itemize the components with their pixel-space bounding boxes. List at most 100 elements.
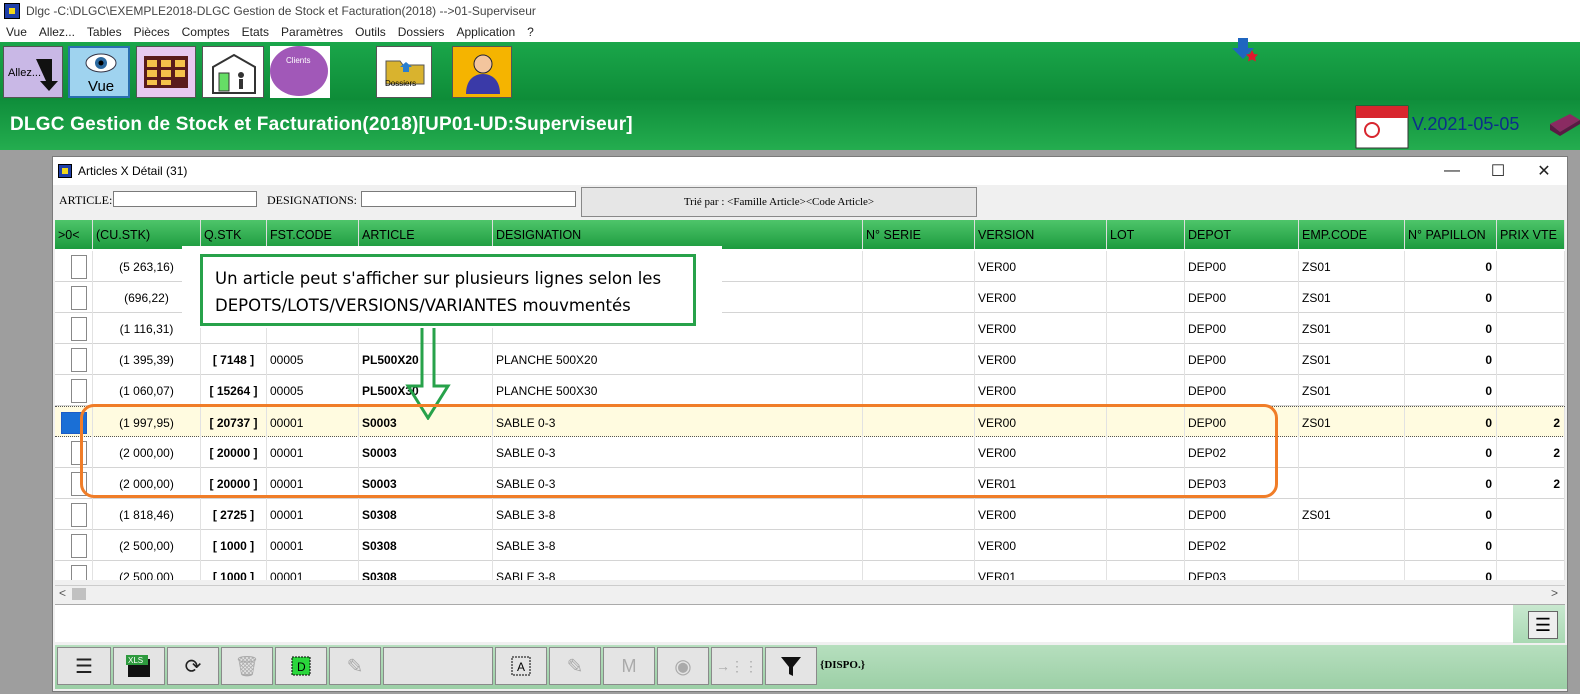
minimize-button[interactable]: — bbox=[1429, 157, 1475, 185]
user-icon bbox=[466, 54, 500, 94]
clients-button[interactable]: Clients bbox=[270, 46, 330, 98]
detail-a-icon[interactable]: A bbox=[495, 647, 547, 685]
cell-serie bbox=[863, 530, 975, 561]
cell-pap: 0 bbox=[1405, 561, 1497, 580]
refresh-icon[interactable]: ⟳ bbox=[167, 647, 219, 685]
col-header-version[interactable]: VERSION bbox=[975, 220, 1107, 249]
cell-ver: VER00 bbox=[975, 282, 1107, 313]
col-header-q-stk[interactable]: Q.STK bbox=[201, 220, 267, 249]
checkbox[interactable] bbox=[70, 254, 87, 279]
checkbox[interactable] bbox=[70, 285, 87, 310]
menu-bar: Vue Allez... Tables Pièces Comptes Etats… bbox=[0, 22, 1580, 42]
user-button[interactable] bbox=[452, 46, 512, 98]
scroll-left-icon[interactable]: < bbox=[59, 586, 66, 600]
table-row[interactable]: (1 060,07)[ 15264 ] 00005 PL500X30 PLANCHE … bbox=[55, 375, 1565, 406]
row-checkbox[interactable] bbox=[55, 499, 93, 530]
col-header-designation[interactable]: DESIGNATION bbox=[493, 220, 863, 249]
menu-application[interactable]: Application bbox=[450, 25, 521, 39]
checkbox[interactable] bbox=[70, 533, 87, 558]
col-header-emp-code[interactable]: EMP.CODE bbox=[1299, 220, 1405, 249]
cell-prix bbox=[1497, 499, 1565, 530]
menu-etats[interactable]: Etats bbox=[236, 25, 275, 39]
cell-lot bbox=[1107, 561, 1185, 580]
menu-pieces[interactable]: Pièces bbox=[128, 25, 176, 39]
allez-button[interactable]: Allez... bbox=[3, 46, 63, 98]
article-input[interactable] bbox=[113, 191, 257, 207]
row-checkbox[interactable] bbox=[55, 561, 93, 580]
move-disabled-icon[interactable]: →⋮⋮ bbox=[711, 647, 763, 685]
cell-q: [ 2725 ] bbox=[201, 499, 267, 530]
cell-cu: (1 060,07) bbox=[93, 375, 201, 406]
download-icon[interactable] bbox=[1230, 36, 1260, 64]
grid-icon bbox=[144, 56, 188, 88]
row-checkbox[interactable] bbox=[55, 344, 93, 375]
checkbox[interactable] bbox=[70, 502, 87, 527]
cell-serie bbox=[863, 344, 975, 375]
filter-icon[interactable] bbox=[765, 647, 817, 685]
row-checkbox[interactable] bbox=[55, 282, 93, 313]
col-header-select[interactable]: >0< bbox=[55, 220, 93, 249]
col-header-depot[interactable]: DEPOT bbox=[1185, 220, 1299, 249]
menu-vue[interactable]: Vue bbox=[0, 25, 33, 39]
menu-allez[interactable]: Allez... bbox=[33, 25, 81, 39]
table-row[interactable]: (1 818,46)[ 2725 ] 00001 S0308 SABLE 3-8 VER… bbox=[55, 499, 1565, 530]
m-disabled-icon[interactable]: M bbox=[603, 647, 655, 685]
col-header-lot[interactable]: LOT bbox=[1107, 220, 1185, 249]
menu-dossiers[interactable]: Dossiers bbox=[392, 25, 451, 39]
edit-disabled-icon[interactable]: ✎ bbox=[329, 647, 381, 685]
table-row[interactable]: (2 500,00)[ 1000 ] 00001 S0308 SABLE 3-8 VER… bbox=[55, 561, 1565, 580]
horizontal-scrollbar[interactable]: < > bbox=[55, 585, 1565, 602]
empty-button[interactable] bbox=[383, 647, 493, 685]
cell-des: SABLE 3-8 bbox=[493, 499, 863, 530]
row-checkbox[interactable] bbox=[55, 313, 93, 344]
menu-tables[interactable]: Tables bbox=[81, 25, 128, 39]
row-checkbox[interactable] bbox=[55, 530, 93, 561]
vue-button[interactable]: Vue bbox=[68, 46, 130, 98]
sort-button[interactable]: Trié par : <Famille Article><Code Articl… bbox=[581, 187, 977, 217]
col-header-prix-vte[interactable]: PRIX VTE bbox=[1497, 220, 1565, 249]
scroll-right-icon[interactable]: > bbox=[1551, 586, 1558, 600]
col-header-cu-stk[interactable]: (CU.STK) bbox=[93, 220, 201, 249]
xls-export-icon[interactable]: XLS bbox=[113, 647, 165, 685]
grid-button[interactable] bbox=[136, 46, 196, 98]
menu-icon[interactable]: ☰ bbox=[57, 647, 111, 685]
modify-disabled-icon[interactable]: ✎ bbox=[549, 647, 601, 685]
warehouse-button[interactable] bbox=[202, 46, 264, 98]
cell-prix bbox=[1497, 375, 1565, 406]
calendar-icon[interactable] bbox=[1354, 100, 1410, 150]
checkbox[interactable] bbox=[70, 378, 87, 403]
settings-sliders-icon[interactable]: ☰ bbox=[1528, 611, 1558, 639]
col-header-papillon[interactable]: N° PAPILLON bbox=[1405, 220, 1497, 249]
book-icon[interactable] bbox=[1546, 110, 1580, 140]
cell-lot bbox=[1107, 375, 1185, 406]
col-header-article[interactable]: ARTICLE bbox=[359, 220, 493, 249]
dossiers-button[interactable]: Dossiers bbox=[376, 46, 432, 98]
cell-lot bbox=[1107, 313, 1185, 344]
cell-ver: VER00 bbox=[975, 344, 1107, 375]
cell-lot bbox=[1107, 282, 1185, 313]
checkbox[interactable] bbox=[70, 564, 87, 580]
menu-outils[interactable]: Outils bbox=[349, 25, 392, 39]
menu-parametres[interactable]: Paramètres bbox=[275, 25, 349, 39]
table-row[interactable]: (1 395,39)[ 7148 ] 00005 PL500X20 PLANCHE 5… bbox=[55, 344, 1565, 375]
cell-prix bbox=[1497, 344, 1565, 375]
menu-comptes[interactable]: Comptes bbox=[176, 25, 236, 39]
row-checkbox[interactable] bbox=[55, 251, 93, 282]
detail-d-icon[interactable]: D bbox=[275, 647, 327, 685]
view-disabled-icon[interactable]: ◉ bbox=[657, 647, 709, 685]
scroll-thumb[interactable] bbox=[72, 588, 86, 600]
close-button[interactable]: ✕ bbox=[1521, 157, 1567, 185]
cell-emp bbox=[1299, 437, 1405, 468]
designation-input[interactable] bbox=[361, 191, 576, 207]
dossiers-label: Dossiers bbox=[385, 79, 417, 88]
cell-dep: DEP00 bbox=[1185, 344, 1299, 375]
col-header-fst-code[interactable]: FST.CODE bbox=[267, 220, 359, 249]
table-row[interactable]: (2 500,00)[ 1000 ] 00001 S0308 SABLE 3-8 VER… bbox=[55, 530, 1565, 561]
checkbox[interactable] bbox=[70, 316, 87, 341]
menu-help[interactable]: ? bbox=[521, 25, 540, 39]
delete-icon[interactable]: 🗑 bbox=[221, 647, 273, 685]
row-checkbox[interactable] bbox=[55, 375, 93, 406]
maximize-button[interactable]: ☐ bbox=[1475, 157, 1521, 185]
checkbox[interactable] bbox=[70, 347, 87, 372]
col-header-serie[interactable]: N° SERIE bbox=[863, 220, 975, 249]
